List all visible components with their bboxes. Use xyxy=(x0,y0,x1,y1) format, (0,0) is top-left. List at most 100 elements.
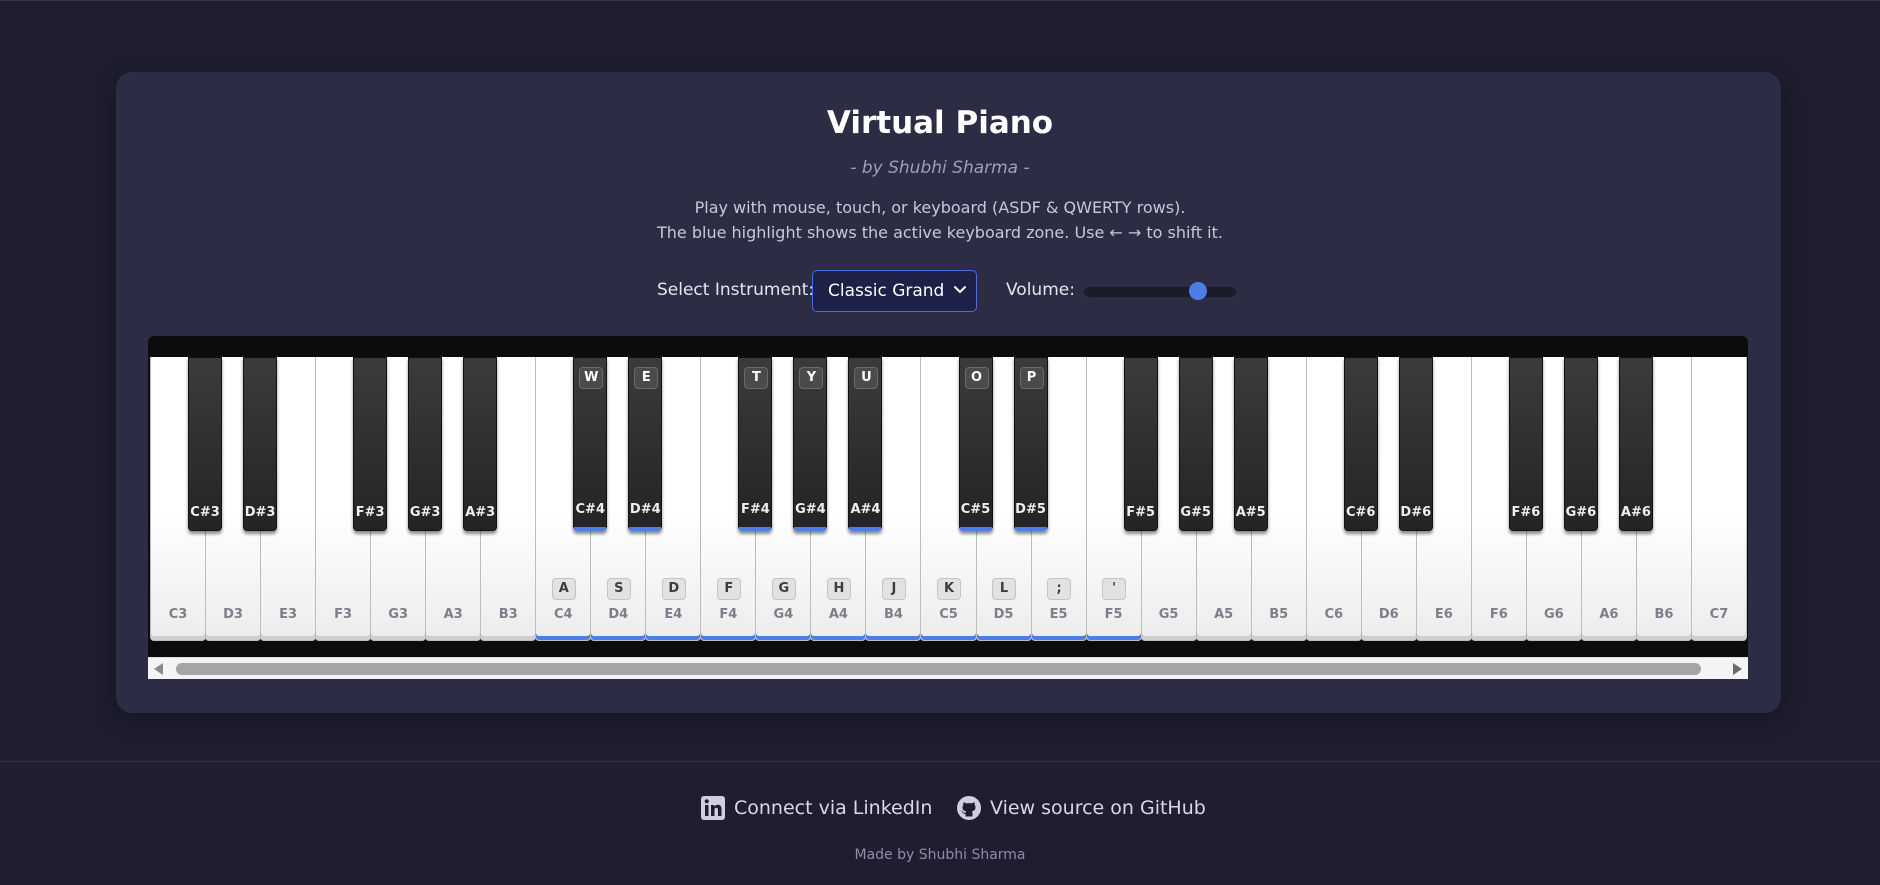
note-label: E5 xyxy=(1049,607,1068,622)
note-label: A6 xyxy=(1599,607,1619,622)
github-icon xyxy=(957,796,981,820)
note-label: G5 xyxy=(1158,607,1179,622)
note-label: C3 xyxy=(168,607,188,622)
note-label: G#3 xyxy=(409,505,441,520)
note-label: D#3 xyxy=(244,505,276,520)
black-key-c-sharp5[interactable]: O C#5 xyxy=(958,357,993,531)
instructions-line-1: Play with mouse, touch, or keyboard (ASD… xyxy=(694,198,1186,217)
black-key-c-sharp6[interactable]: C#6 xyxy=(1343,357,1378,531)
note-label: D4 xyxy=(608,607,629,622)
note-label: B4 xyxy=(883,607,903,622)
linkedin-link[interactable]: Connect via LinkedIn xyxy=(700,794,932,822)
page-subtitle: - by Shubhi Sharma - xyxy=(850,158,1030,178)
black-key-c-sharp4[interactable]: W C#4 xyxy=(573,357,608,531)
keyboard-shortcut-badge: T xyxy=(744,367,769,389)
note-label: A3 xyxy=(443,607,463,622)
black-key-f-sharp3[interactable]: F#3 xyxy=(353,357,388,531)
keyboard-shortcut-badge: ' xyxy=(1102,578,1127,600)
page-title: Virtual Piano xyxy=(826,105,1054,141)
keyboard-shortcut-badge: S xyxy=(606,578,631,600)
note-label: A#5 xyxy=(1235,505,1266,520)
keyboard-shortcut-badge: K xyxy=(936,578,961,600)
note-label: F#6 xyxy=(1511,505,1541,520)
black-key-f-sharp5[interactable]: F#5 xyxy=(1123,357,1158,531)
note-label: F4 xyxy=(719,607,738,622)
note-label: C5 xyxy=(939,607,958,622)
scroll-left-arrow-icon[interactable] xyxy=(154,663,163,675)
keyboard-shortcut-badge: H xyxy=(826,578,851,600)
black-key-a-sharp6[interactable]: A#6 xyxy=(1618,357,1653,531)
note-label: F6 xyxy=(1489,607,1508,622)
note-label: A#4 xyxy=(850,502,881,517)
note-label: D#4 xyxy=(629,502,661,517)
note-label: B6 xyxy=(1654,607,1674,622)
note-label: G#4 xyxy=(795,502,826,517)
keyboard-shortcut-badge: D xyxy=(661,578,686,600)
note-label: E3 xyxy=(279,607,298,622)
note-label: D5 xyxy=(993,607,1014,622)
keyboard-shortcut-badge: Y xyxy=(799,367,824,389)
scroll-right-arrow-icon[interactable] xyxy=(1733,663,1742,675)
note-label: E4 xyxy=(664,607,683,622)
black-key-d-sharp6[interactable]: D#6 xyxy=(1398,357,1433,531)
black-key-a-sharp4[interactable]: U A#4 xyxy=(848,357,883,531)
keyboard-shortcut-badge: ; xyxy=(1047,578,1072,600)
top-divider xyxy=(0,0,1880,1)
note-label: F#4 xyxy=(740,502,770,517)
note-label: E6 xyxy=(1434,607,1453,622)
note-label: A4 xyxy=(828,607,848,622)
piano-scrollbar[interactable] xyxy=(148,657,1748,679)
note-label: F5 xyxy=(1104,607,1123,622)
black-key-d-sharp3[interactable]: D#3 xyxy=(243,357,278,531)
instrument-select[interactable]: Classic Grand xyxy=(812,270,977,312)
note-label: C#5 xyxy=(960,502,991,517)
note-label: C4 xyxy=(553,607,573,622)
github-link[interactable]: View source on GitHub xyxy=(956,794,1206,822)
instrument-label: Select Instrument: xyxy=(657,280,815,300)
note-label: B5 xyxy=(1269,607,1289,622)
black-key-f-sharp6[interactable]: F#6 xyxy=(1508,357,1543,531)
black-key-c-sharp3[interactable]: C#3 xyxy=(188,357,223,531)
keyboard-shortcut-badge: G xyxy=(771,578,796,600)
instrument-select-value: Classic Grand xyxy=(828,281,945,301)
volume-slider[interactable] xyxy=(1084,287,1236,297)
note-label: D6 xyxy=(1378,607,1399,622)
white-key-c7[interactable]: C7 xyxy=(1690,357,1747,641)
note-label: G6 xyxy=(1544,607,1564,622)
keyboard-shortcut-badge: A xyxy=(551,578,576,600)
keyboard-shortcut-badge: J xyxy=(881,578,906,600)
github-link-label: View source on GitHub xyxy=(990,797,1206,819)
note-label: C6 xyxy=(1324,607,1344,622)
footer-divider xyxy=(0,761,1880,762)
black-key-a-sharp5[interactable]: A#5 xyxy=(1233,357,1268,531)
note-label: F#5 xyxy=(1126,505,1156,520)
volume-slider-thumb[interactable] xyxy=(1189,282,1207,300)
note-label: C#6 xyxy=(1346,505,1376,520)
note-label: C#3 xyxy=(190,505,220,520)
note-label: D#6 xyxy=(1400,505,1432,520)
note-label: A5 xyxy=(1214,607,1234,622)
note-label: C7 xyxy=(1709,607,1729,622)
chevron-down-icon xyxy=(954,286,966,293)
black-key-a-sharp3[interactable]: A#3 xyxy=(463,357,498,531)
keyboard-shortcut-badge: F xyxy=(716,578,741,600)
scrollbar-thumb[interactable] xyxy=(176,663,1701,675)
black-key-d-sharp5[interactable]: P D#5 xyxy=(1013,357,1048,531)
note-label: D3 xyxy=(223,607,243,622)
black-key-g-sharp6[interactable]: G#6 xyxy=(1563,357,1598,531)
note-label: A#6 xyxy=(1620,505,1651,520)
black-key-d-sharp4[interactable]: E D#4 xyxy=(628,357,663,531)
black-key-f-sharp4[interactable]: T F#4 xyxy=(738,357,773,531)
note-label: G#5 xyxy=(1180,505,1211,520)
linkedin-icon xyxy=(701,796,725,820)
note-label: F3 xyxy=(334,607,353,622)
black-key-g-sharp5[interactable]: G#5 xyxy=(1178,357,1213,531)
note-label: C#4 xyxy=(575,502,605,517)
black-key-g-sharp4[interactable]: Y G#4 xyxy=(793,357,828,531)
volume-label: Volume: xyxy=(1006,280,1075,300)
black-key-g-sharp3[interactable]: G#3 xyxy=(408,357,443,531)
piano-keyboard: C3 D3 E3 F3 G3 A3 B3 A C4 S D4 D E4 F F4 G G4 H A4 J B4 K C5 L D… xyxy=(150,357,1747,641)
keyboard-shortcut-badge: W xyxy=(579,367,604,389)
note-label: D#5 xyxy=(1015,502,1046,517)
note-label: F#3 xyxy=(355,505,385,520)
